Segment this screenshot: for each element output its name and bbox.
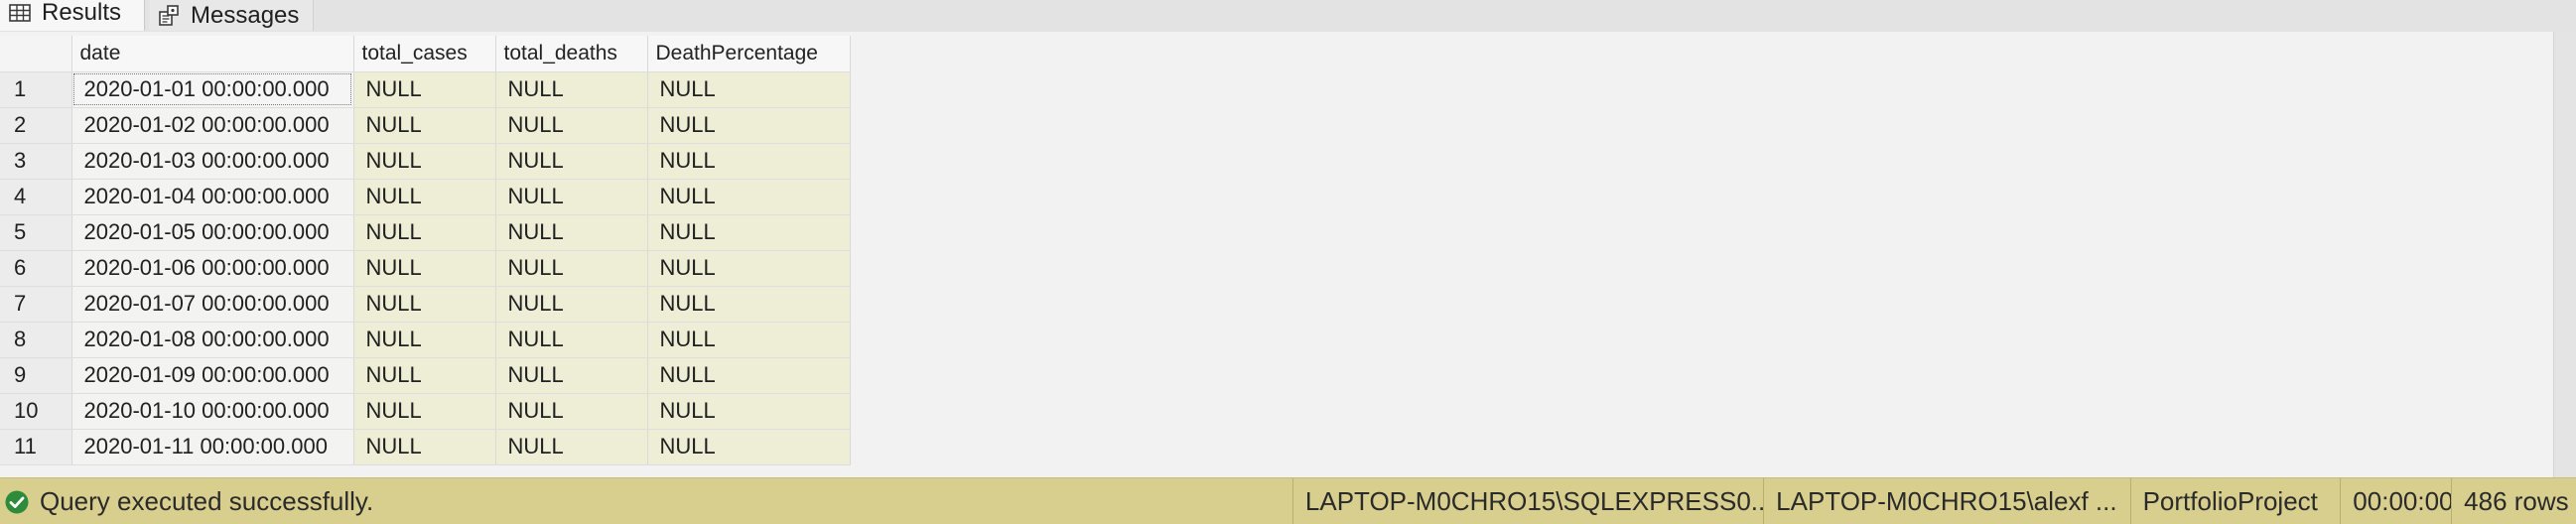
- total-deaths-cell[interactable]: NULL: [495, 322, 648, 358]
- death-percentage-cell[interactable]: NULL: [647, 214, 851, 251]
- death-percentage-cell[interactable]: NULL: [647, 179, 851, 215]
- status-database: PortfolioProject: [2129, 478, 2341, 524]
- date-cell[interactable]: 2020-01-01 00:00:00.000: [71, 71, 354, 108]
- date-cell[interactable]: 2020-01-06 00:00:00.000: [71, 250, 354, 287]
- results-pane: Results Messages date total_cases total_…: [0, 0, 2576, 524]
- death-percentage-cell[interactable]: NULL: [647, 393, 851, 430]
- status-bar: Query executed successfully. LAPTOP-M0CH…: [0, 477, 2576, 524]
- grid-icon: [9, 3, 31, 22]
- row-number-cell[interactable]: 1: [0, 71, 72, 108]
- death-percentage-cell[interactable]: NULL: [647, 357, 851, 394]
- total-cases-cell[interactable]: NULL: [353, 286, 496, 323]
- table-row[interactable]: 7 2020-01-07 00:00:00.000 NULL NULL NULL: [0, 286, 851, 323]
- table-row[interactable]: 8 2020-01-08 00:00:00.000 NULL NULL NULL: [0, 322, 851, 358]
- death-percentage-cell[interactable]: NULL: [647, 429, 851, 465]
- vertical-scrollbar[interactable]: [2553, 32, 2576, 477]
- date-cell[interactable]: 2020-01-05 00:00:00.000: [71, 214, 354, 251]
- total-cases-cell[interactable]: NULL: [353, 71, 496, 108]
- total-cases-cell[interactable]: NULL: [353, 429, 496, 465]
- check-circle-icon: [5, 490, 29, 513]
- table-row[interactable]: 1 2020-01-01 00:00:00.000 NULL NULL NULL: [0, 71, 851, 108]
- row-number-cell[interactable]: 2: [0, 107, 72, 144]
- total-cases-cell[interactable]: NULL: [353, 107, 496, 144]
- messages-icon: [159, 4, 179, 26]
- table-row[interactable]: 4 2020-01-04 00:00:00.000 NULL NULL NULL: [0, 179, 851, 215]
- total-deaths-cell[interactable]: NULL: [495, 214, 648, 251]
- row-number-cell[interactable]: 9: [0, 357, 72, 394]
- table-row[interactable]: 6 2020-01-06 00:00:00.000 NULL NULL NULL: [0, 250, 851, 287]
- total-cases-cell[interactable]: NULL: [353, 357, 496, 394]
- tab-messages-label: Messages: [191, 1, 300, 29]
- row-number-cell[interactable]: 5: [0, 214, 72, 251]
- results-tab-strip: Results Messages: [0, 0, 2576, 33]
- death-percentage-cell[interactable]: NULL: [647, 71, 851, 108]
- table-row[interactable]: 11 2020-01-11 00:00:00.000 NULL NULL NULL: [0, 429, 851, 465]
- tab-results[interactable]: Results: [0, 0, 145, 31]
- date-cell[interactable]: 2020-01-08 00:00:00.000: [71, 322, 354, 358]
- total-deaths-cell[interactable]: NULL: [495, 143, 648, 180]
- total-cases-cell[interactable]: NULL: [353, 179, 496, 215]
- total-deaths-cell[interactable]: NULL: [495, 429, 648, 465]
- table-row[interactable]: 2 2020-01-02 00:00:00.000 NULL NULL NULL: [0, 107, 851, 144]
- death-percentage-cell[interactable]: NULL: [647, 250, 851, 287]
- date-cell[interactable]: 2020-01-09 00:00:00.000: [71, 357, 354, 394]
- death-percentage-cell[interactable]: NULL: [647, 143, 851, 180]
- date-cell[interactable]: 2020-01-02 00:00:00.000: [71, 107, 354, 144]
- grid-header-row: date total_cases total_deaths DeathPerce…: [0, 36, 851, 72]
- total-cases-cell[interactable]: NULL: [353, 214, 496, 251]
- status-row-count: 486 rows: [2451, 478, 2576, 524]
- total-cases-cell[interactable]: NULL: [353, 322, 496, 358]
- death-percentage-cell[interactable]: NULL: [647, 107, 851, 144]
- death-percentage-cell[interactable]: NULL: [647, 286, 851, 323]
- row-number-cell[interactable]: 6: [0, 250, 72, 287]
- row-number-cell[interactable]: 8: [0, 322, 72, 358]
- table-row[interactable]: 10 2020-01-10 00:00:00.000 NULL NULL NULL: [0, 393, 851, 430]
- status-server: LAPTOP-M0CHRO15\SQLEXPRESS0...: [1291, 478, 1763, 524]
- results-grid: date total_cases total_deaths DeathPerce…: [0, 36, 851, 465]
- date-cell[interactable]: 2020-01-04 00:00:00.000: [71, 179, 354, 215]
- total-deaths-cell[interactable]: NULL: [495, 107, 648, 144]
- date-cell[interactable]: 2020-01-10 00:00:00.000: [71, 393, 354, 430]
- row-number-cell[interactable]: 10: [0, 393, 72, 430]
- total-cases-cell[interactable]: NULL: [353, 143, 496, 180]
- status-message-text: Query executed successfully.: [40, 486, 374, 516]
- row-number-cell[interactable]: 4: [0, 179, 72, 215]
- status-user: LAPTOP-M0CHRO15\alexf ...: [1763, 478, 2129, 524]
- tab-results-label: Results: [42, 0, 122, 26]
- column-header-total-deaths[interactable]: total_deaths: [495, 36, 648, 72]
- column-header-date[interactable]: date: [71, 36, 354, 72]
- total-deaths-cell[interactable]: NULL: [495, 286, 648, 323]
- row-number-cell[interactable]: 7: [0, 286, 72, 323]
- status-message: Query executed successfully.: [0, 486, 1292, 517]
- grid-body: 1 2020-01-01 00:00:00.000 NULL NULL NULL 2 202…: [0, 71, 851, 465]
- total-cases-cell[interactable]: NULL: [353, 250, 496, 287]
- total-deaths-cell[interactable]: NULL: [495, 179, 648, 215]
- tab-messages[interactable]: Messages: [149, 0, 314, 31]
- date-cell[interactable]: 2020-01-11 00:00:00.000: [71, 429, 354, 465]
- total-deaths-cell[interactable]: NULL: [495, 357, 648, 394]
- table-row[interactable]: 5 2020-01-05 00:00:00.000 NULL NULL NULL: [0, 214, 851, 251]
- status-elapsed: 00:00:00: [2340, 478, 2451, 524]
- total-deaths-cell[interactable]: NULL: [495, 71, 648, 108]
- death-percentage-cell[interactable]: NULL: [647, 322, 851, 358]
- table-row[interactable]: 9 2020-01-09 00:00:00.000 NULL NULL NULL: [0, 357, 851, 394]
- total-deaths-cell[interactable]: NULL: [495, 393, 648, 430]
- total-deaths-cell[interactable]: NULL: [495, 250, 648, 287]
- row-number-cell[interactable]: 3: [0, 143, 72, 180]
- column-header-total-cases[interactable]: total_cases: [353, 36, 496, 72]
- grid-corner-cell[interactable]: [0, 36, 72, 72]
- total-cases-cell[interactable]: NULL: [353, 393, 496, 430]
- date-cell[interactable]: 2020-01-07 00:00:00.000: [71, 286, 354, 323]
- row-number-cell[interactable]: 11: [0, 429, 72, 465]
- column-header-death-percentage[interactable]: DeathPercentage: [647, 36, 851, 72]
- table-row[interactable]: 3 2020-01-03 00:00:00.000 NULL NULL NULL: [0, 143, 851, 180]
- date-cell[interactable]: 2020-01-03 00:00:00.000: [71, 143, 354, 180]
